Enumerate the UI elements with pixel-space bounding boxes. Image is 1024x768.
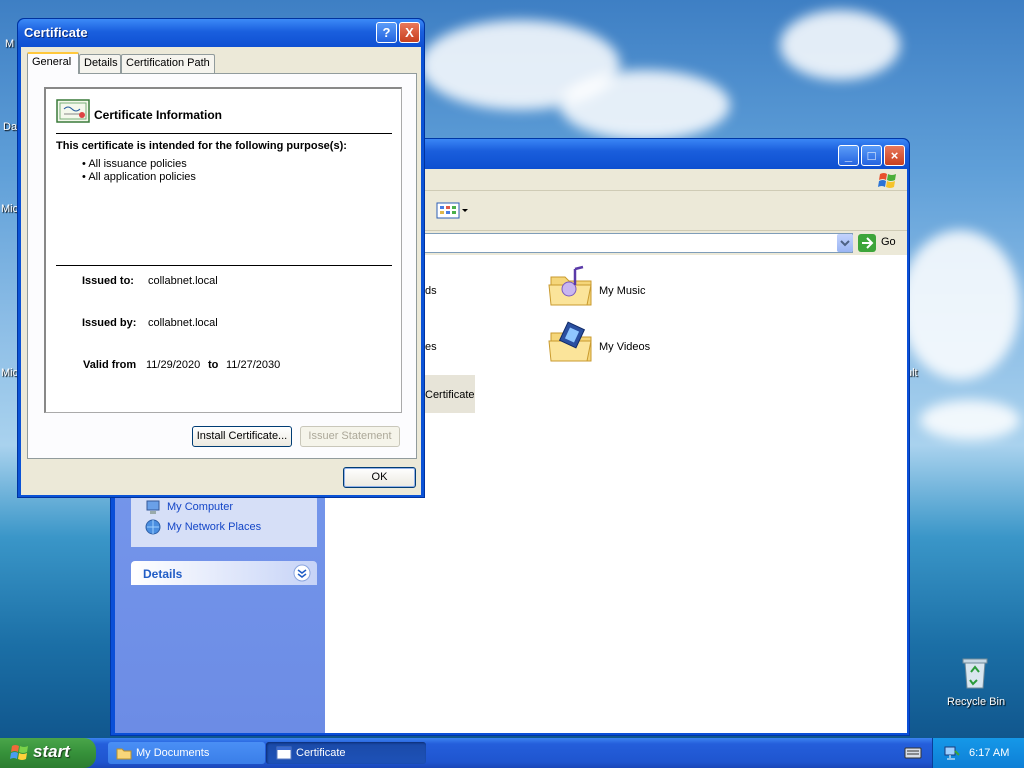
valid-from-value: 11/29/2020 <box>146 359 201 371</box>
keyboard-icon[interactable] <box>904 746 922 760</box>
close-button[interactable]: × <box>884 145 905 166</box>
go-arrow-icon <box>858 234 876 252</box>
install-certificate-button[interactable]: Install Certificate... <box>192 426 292 447</box>
taskbar-item-certificate[interactable]: Certificate <box>266 742 426 764</box>
desktop-icon-label[interactable]: Mic <box>1 203 18 215</box>
taskbar-item-label: Certificate <box>296 747 346 759</box>
valid-to-label: to <box>208 359 219 371</box>
valid-to-value: 11/27/2030 <box>226 359 281 371</box>
dialog-title: Certificate <box>24 25 88 40</box>
close-button[interactable]: X <box>399 22 420 43</box>
certificate-file-selected[interactable]: Certificate <box>421 375 475 413</box>
desktop-cloud <box>560 70 730 140</box>
divider <box>56 133 392 134</box>
certificate-icon <box>56 99 90 123</box>
recycle-bin-icon <box>962 658 988 689</box>
my-videos-label: My Videos <box>599 341 651 353</box>
go-label: Go <box>881 236 896 248</box>
video-folder-icon <box>548 321 592 362</box>
my-computer-icon <box>146 500 160 514</box>
other-places-my-network-places[interactable]: My Network Places <box>167 521 261 533</box>
music-folder-icon <box>548 265 592 306</box>
divider <box>56 265 392 266</box>
details-panel-header[interactable]: Details <box>131 561 317 585</box>
desktop-cloud <box>900 230 1020 380</box>
valid-from-label: Valid from <box>83 359 137 371</box>
folder-icon <box>116 748 132 760</box>
issued-to-label: Issued to: <box>82 275 134 287</box>
desktop-icon-label[interactable]: M <box>5 38 14 50</box>
dialog-client: General Details Certification Path Certi… <box>21 47 421 495</box>
purpose-heading: This certificate is intended for the fol… <box>56 140 347 152</box>
windows-logo-icon <box>10 745 28 760</box>
issuer-statement-button: Issuer Statement <box>300 426 400 447</box>
views-button[interactable] <box>433 199 473 223</box>
my-music-label: My Music <box>599 285 646 297</box>
recycle-bin[interactable]: Recycle Bin <box>940 656 1010 712</box>
clock[interactable]: 6:17 AM <box>969 747 1009 759</box>
system-tray: 6:17 AM <box>932 738 1024 768</box>
views-icon <box>436 202 468 219</box>
windows-flag-icon <box>878 173 896 188</box>
go-button[interactable]: Go <box>857 233 903 253</box>
address-dropdown-button[interactable] <box>837 234 853 252</box>
issued-to-value: collabnet.local <box>148 275 218 287</box>
tab-details[interactable]: Details <box>79 54 121 73</box>
folder-label-partial[interactable]: es <box>425 341 437 353</box>
other-places-panel: My Computer My Network Places <box>131 495 317 547</box>
help-button[interactable]: ? <box>376 22 397 43</box>
my-videos-folder[interactable]: My Videos <box>547 319 667 367</box>
taskbar-item-my-documents[interactable]: My Documents <box>108 742 265 764</box>
issued-by-label: Issued by: <box>82 317 137 329</box>
certificate-title-bar[interactable]: Certificate ? X <box>18 19 424 47</box>
purpose-item: • All application policies <box>82 171 196 183</box>
folder-label-partial[interactable]: ds <box>425 285 437 297</box>
window-icon <box>276 746 292 760</box>
desktop-cloud <box>780 10 900 80</box>
certificate-info-title: Certificate Information <box>94 108 223 122</box>
ok-button[interactable]: OK <box>343 467 416 488</box>
network-tray-icon[interactable] <box>943 745 961 761</box>
details-header-label: Details <box>143 567 183 581</box>
address-input[interactable] <box>405 233 853 253</box>
purpose-text: All application policies <box>88 171 196 183</box>
taskbar-item-label: My Documents <box>136 747 210 759</box>
taskbar: start My Documents Certificate 6:17 AM <box>0 738 1024 768</box>
desktop-cloud <box>920 400 1020 440</box>
tab-general[interactable]: General <box>27 52 79 74</box>
recycle-bin-label: Recycle Bin <box>947 696 1006 708</box>
start-label: start <box>33 742 70 761</box>
minimize-button[interactable]: _ <box>838 145 859 166</box>
certificate-dialog[interactable]: Certificate ? X General Details Certific… <box>17 18 425 498</box>
desktop-icon-label[interactable]: Da <box>3 121 17 133</box>
my-network-places-icon <box>145 519 161 535</box>
desktop-icon-label[interactable]: Mic <box>1 367 18 379</box>
maximize-button[interactable]: □ <box>861 145 882 166</box>
expand-chevron-icon[interactable] <box>293 564 311 582</box>
start-button[interactable]: start <box>0 738 96 768</box>
purpose-text: All issuance policies <box>88 158 187 170</box>
purpose-item: • All issuance policies <box>82 158 187 170</box>
certificate-file-label: Certificate <box>425 389 475 401</box>
general-tab-panel: Certificate Information This certificate… <box>27 73 417 459</box>
tab-certification-path[interactable]: Certification Path <box>121 54 215 73</box>
issued-by-value: collabnet.local <box>148 317 218 329</box>
certificate-info-box: Certificate Information This certificate… <box>44 87 402 413</box>
other-places-my-computer[interactable]: My Computer <box>167 501 233 513</box>
chevron-down-icon <box>840 240 850 247</box>
my-music-folder[interactable]: My Music <box>547 263 667 311</box>
